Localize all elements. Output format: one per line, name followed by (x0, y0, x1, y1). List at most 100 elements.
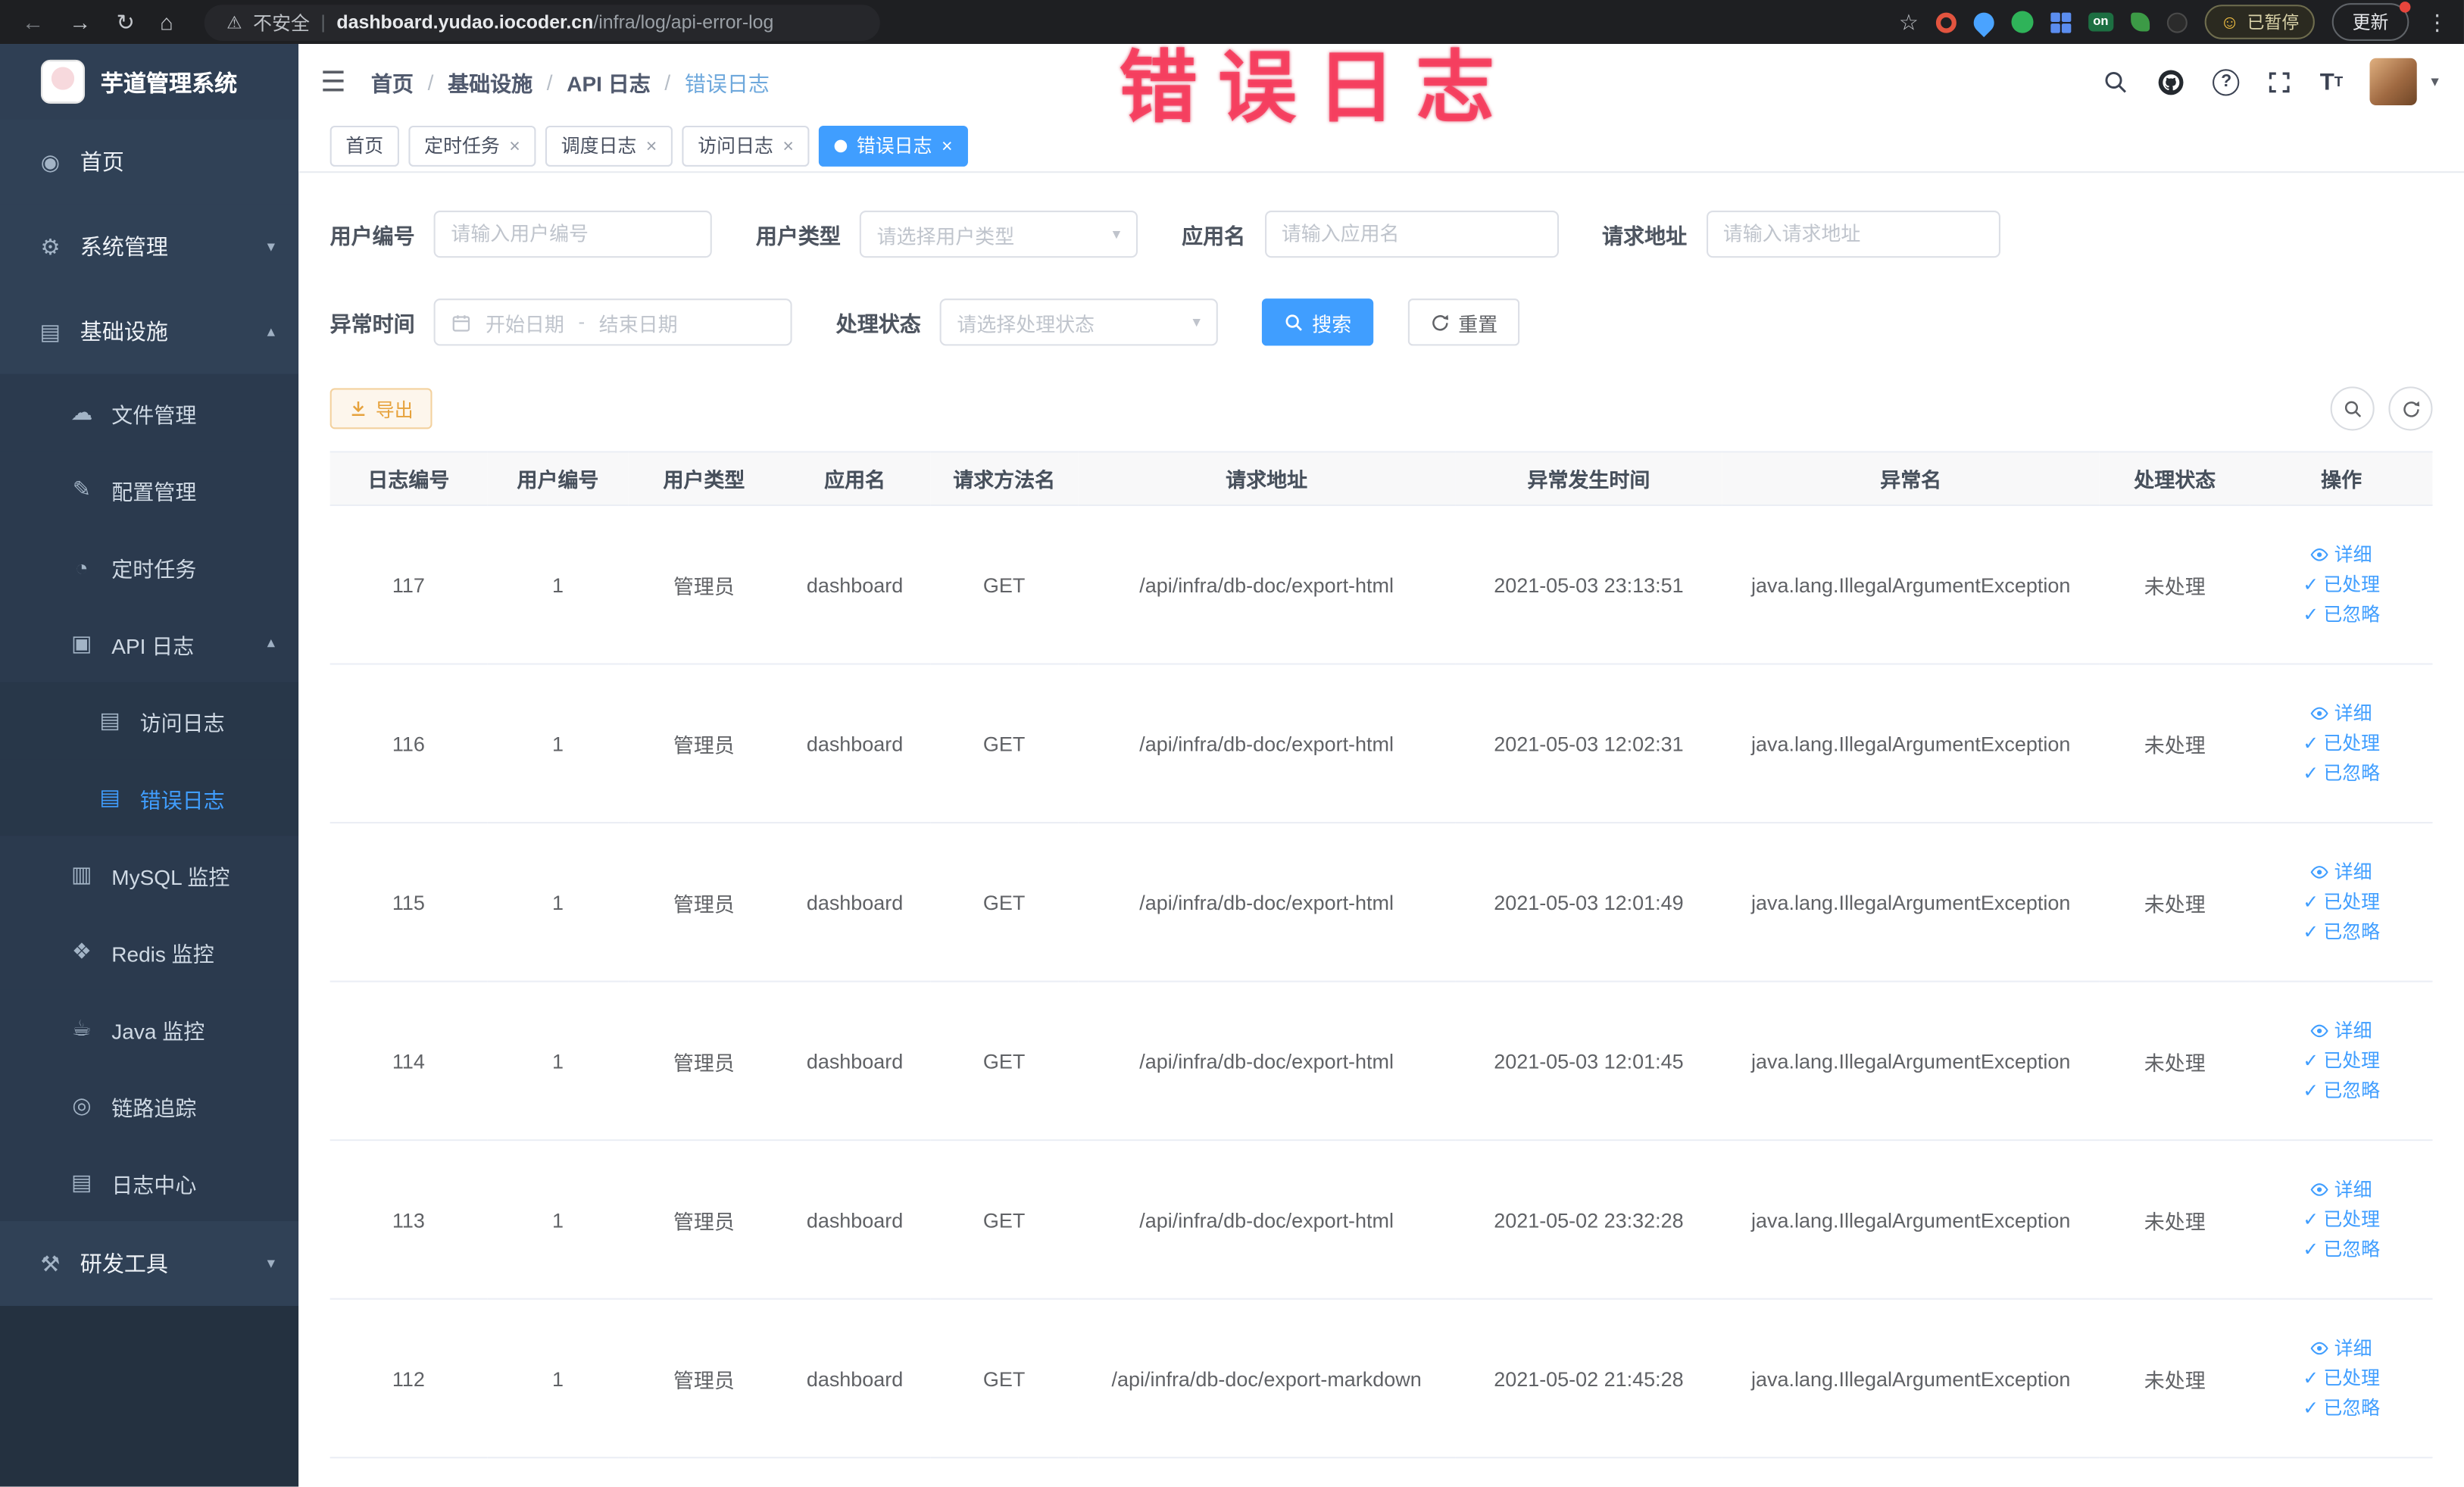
column-header: 异常发生时间 (1455, 451, 1722, 507)
refresh-button[interactable] (2388, 386, 2433, 431)
sidebar-item-home[interactable]: ◉ 首页 (0, 119, 299, 205)
breadcrumb-api-log[interactable]: API 日志 (567, 66, 651, 97)
close-icon[interactable]: × (782, 136, 794, 155)
extension-icon[interactable] (2166, 11, 2188, 33)
sidebar-item-system-management[interactable]: ⚙ 系统管理 ▾ (0, 204, 299, 289)
sidebar-item-mysql-monitor[interactable]: ▥ MySQL 监控 (0, 836, 299, 914)
fullscreen-icon[interactable] (2266, 68, 2293, 95)
detail-link[interactable]: 详细 (2250, 1180, 2433, 1199)
cell-log-id: 116 (329, 664, 488, 824)
cell-log-id: 115 (329, 823, 488, 982)
extension-icon[interactable] (2050, 11, 2072, 33)
profile-paused-badge[interactable]: ☺ 已暂停 (2204, 5, 2315, 39)
back-icon[interactable]: ← (22, 11, 44, 33)
toggle-search-button[interactable] (2330, 386, 2375, 431)
detail-link[interactable]: 详细 (2250, 704, 2433, 723)
sidebar-item-label: 首页 (80, 149, 124, 175)
extension-icon[interactable] (2130, 12, 2150, 32)
breadcrumb-home[interactable]: 首页 (371, 66, 414, 97)
extension-icon[interactable] (1969, 7, 1999, 37)
cell-request-url: /api/infra/db-doc/export-html (1078, 505, 1456, 665)
cell-process-status: 未处理 (2099, 981, 2250, 1142)
help-icon[interactable]: ? (2213, 68, 2240, 95)
hamburger-icon[interactable]: ☰ (320, 65, 345, 98)
close-icon[interactable]: × (646, 136, 657, 155)
request-url-label: 请求地址 (1602, 224, 1688, 248)
mark-processed-link[interactable]: ✓ 已处理 (2250, 1369, 2433, 1388)
sidebar-item-label: 研发工具 (80, 1251, 168, 1276)
tab-schedule-log[interactable]: 调度日志 × (545, 124, 673, 166)
user-type-select[interactable]: 请选择用户类型 ▾ (859, 210, 1138, 258)
header: ☰ 首页 / 基础设施 / API 日志 / 错误日志 ? T T ▾ (298, 44, 2464, 120)
cell-process-status: 未处理 (2099, 505, 2250, 665)
tab-scheduled-jobs[interactable]: 定时任务 × (408, 124, 536, 166)
reset-button[interactable]: 重置 (1407, 298, 1520, 346)
detail-link[interactable]: 详细 (2250, 545, 2433, 564)
kebab-menu-icon[interactable]: ⋮ (2426, 11, 2448, 33)
breadcrumb-infrastructure[interactable]: 基础设施 (448, 66, 532, 97)
chevron-up-icon: ▴ (267, 323, 276, 341)
user-avatar[interactable] (2369, 58, 2417, 105)
detail-link[interactable]: 详细 (2250, 1021, 2433, 1040)
reload-icon[interactable]: ↻ (117, 11, 135, 33)
extension-icon[interactable] (2011, 11, 2034, 33)
mark-ignored-link[interactable]: ✓ 已忽略 (2250, 1081, 2433, 1100)
github-icon[interactable] (2156, 67, 2186, 96)
sidebar-item-api-log[interactable]: ▣ API 日志 ▴ (0, 604, 299, 683)
app-logo[interactable]: 芋道管理系统 (0, 44, 299, 120)
sidebar-item-redis-monitor[interactable]: ❖ Redis 监控 (0, 913, 299, 990)
mark-ignored-link[interactable]: ✓ 已忽略 (2250, 923, 2433, 942)
close-icon[interactable]: × (509, 136, 520, 155)
mark-ignored-link[interactable]: ✓ 已忽略 (2250, 1240, 2433, 1259)
sidebar-item-config-management[interactable]: ✎ 配置管理 (0, 451, 299, 529)
extension-icon[interactable] (1935, 11, 1957, 33)
column-header: 请求方法名 (930, 451, 1079, 507)
address-bar[interactable]: ⚠ 不安全 | dashboard.yudao.iocoder.cn/infra… (205, 4, 881, 40)
mark-ignored-link[interactable]: ✓ 已忽略 (2250, 1398, 2433, 1417)
close-icon[interactable]: × (942, 136, 953, 155)
mark-ignored-link[interactable]: ✓ 已忽略 (2250, 605, 2433, 624)
sidebar-item-tracing[interactable]: ◎ 链路追踪 (0, 1067, 299, 1145)
cell-user-id: 1 (487, 1140, 629, 1300)
bookmark-star-icon[interactable]: ☆ (1899, 11, 1919, 33)
extension-icon[interactable]: on (2088, 12, 2113, 32)
export-button[interactable]: 导出 (329, 388, 433, 430)
sidebar-item-file-management[interactable]: ☁ 文件管理 (0, 373, 299, 451)
app-name-input[interactable] (1264, 210, 1558, 258)
sidebar-item-label: 配置管理 (111, 480, 197, 504)
mark-processed-link[interactable]: ✓ 已处理 (2250, 1210, 2433, 1229)
mark-processed-link[interactable]: ✓ 已处理 (2250, 892, 2433, 911)
sidebar-item-java-monitor[interactable]: ☕ Java 监控 (0, 989, 299, 1067)
gear-icon: ⚙ (40, 233, 61, 259)
exception-time-range-picker[interactable]: 开始日期 - 结束日期 (433, 298, 792, 346)
tab-access-log[interactable]: 访问日志 × (682, 124, 810, 166)
search-button[interactable]: 搜索 (1261, 298, 1374, 346)
mark-ignored-link[interactable]: ✓ 已忽略 (2250, 764, 2433, 783)
search-icon[interactable] (2103, 68, 2129, 95)
sidebar-item-dev-tools[interactable]: ⚒ 研发工具 ▾ (0, 1220, 299, 1306)
sidebar-item-access-log[interactable]: ▤ 访问日志 (0, 682, 299, 760)
update-button[interactable]: 更新 (2331, 2, 2411, 41)
detail-link[interactable]: 详细 (2250, 1339, 2433, 1357)
detail-link[interactable]: 详细 (2250, 863, 2433, 882)
font-size-icon[interactable]: TT (2320, 68, 2343, 95)
mark-processed-link[interactable]: ✓ 已处理 (2250, 575, 2433, 594)
sidebar-item-scheduled-jobs[interactable]: ◔ 定时任务 (0, 528, 299, 605)
sidebar-item-log-center[interactable]: ▤ 日志中心 (0, 1144, 299, 1221)
filter-process-status: 处理状态 请选择处理状态 ▾ (836, 298, 1218, 346)
chevron-down-icon: ▾ (267, 1254, 276, 1273)
cell-user-type: 管理员 (628, 1140, 780, 1300)
sidebar-item-error-log[interactable]: ▤ 错误日志 (0, 759, 299, 836)
tab-error-log[interactable]: 错误日志 × (819, 124, 969, 166)
browser-home-icon[interactable]: ⌂ (160, 11, 173, 33)
mark-processed-link[interactable]: ✓ 已处理 (2250, 734, 2433, 753)
user-id-input[interactable] (433, 210, 712, 258)
forward-icon[interactable]: → (69, 11, 91, 33)
chevron-down-icon[interactable]: ▾ (2431, 73, 2438, 90)
sidebar-item-infrastructure[interactable]: ▤ 基础设施 ▴ (0, 289, 299, 374)
breadcrumb-separator: / (546, 70, 553, 94)
process-status-select[interactable]: 请选择处理状态 ▾ (939, 298, 1218, 346)
request-url-input[interactable] (1705, 210, 2000, 258)
tab-home[interactable]: 首页 (329, 124, 399, 166)
mark-processed-link[interactable]: ✓ 已处理 (2250, 1051, 2433, 1070)
